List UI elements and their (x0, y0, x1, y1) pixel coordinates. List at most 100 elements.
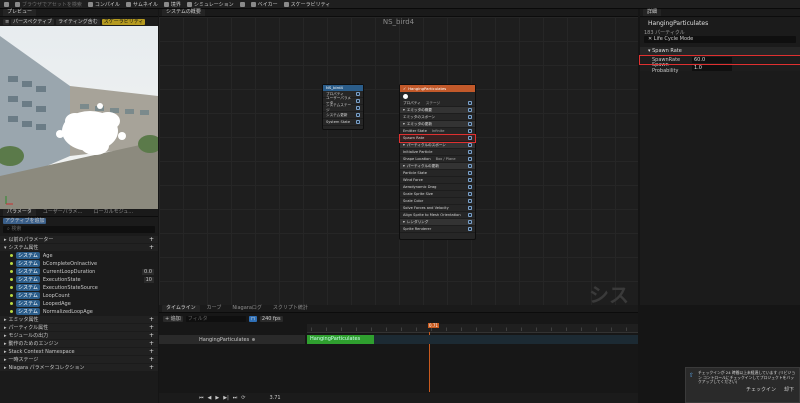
add-icon[interactable]: + (149, 324, 154, 331)
add-icon[interactable]: + (149, 236, 154, 243)
preview-menu-button[interactable]: ≡ (3, 18, 9, 25)
enable-checkbox[interactable] (468, 213, 472, 217)
param-section[interactable]: ▸ 以前のパラメーター + (0, 236, 158, 244)
toolbar-item-5[interactable]: シミュレーション (186, 1, 234, 8)
enable-checkbox[interactable] (468, 101, 472, 105)
emitter-node-row[interactable]: ▾ パーティクルのスポーン (400, 142, 475, 149)
emitter-node-row[interactable]: ▾ レンダリング (400, 219, 475, 226)
perspective-button[interactable]: パースペクティブ (11, 18, 55, 25)
checkin-button[interactable]: チェックイン (743, 386, 778, 393)
add-icon[interactable]: + (149, 356, 154, 363)
enable-checkbox[interactable] (468, 220, 472, 224)
preview-viewport[interactable] (0, 26, 158, 209)
system-node-row[interactable]: System State (323, 119, 363, 126)
timeline-clip[interactable]: HangingParticulates (307, 335, 374, 344)
spawn-rate-section[interactable]: ▾ Spawn Rate (640, 47, 800, 55)
system-attr-row[interactable]: システム LoopedAge (0, 300, 158, 308)
system-attr-row[interactable]: システム NormalizedLoopAge (0, 308, 158, 316)
param-section[interactable]: ▸ Niagara パラメータコレクション + (0, 364, 158, 372)
enable-checkbox[interactable] (468, 150, 472, 154)
toolbar-item-4[interactable]: 境界 (163, 1, 181, 8)
system-attr-row[interactable]: システム ExecutionStateSource (0, 284, 158, 292)
add-icon[interactable]: + (149, 340, 154, 347)
param-tab-1[interactable]: ユーザーパラメ… (39, 209, 87, 216)
enable-checkbox[interactable] (468, 122, 472, 126)
enable-checkbox[interactable] (356, 120, 360, 124)
enable-checkbox[interactable] (468, 227, 472, 231)
timeline-add-button[interactable]: + 追加 (163, 316, 183, 322)
tab-preview[interactable]: プレビュー (3, 9, 37, 16)
system-attr-row[interactable]: システム bCompleteOnInactive (0, 260, 158, 268)
timeline-tab-1[interactable]: カーブ (203, 305, 226, 312)
enable-checkbox[interactable] (468, 129, 472, 133)
enable-checkbox[interactable] (468, 178, 472, 182)
enable-checkbox[interactable] (468, 143, 472, 147)
param-section[interactable]: ▸ パーティクル属性 + (0, 324, 158, 332)
enable-checkbox[interactable] (468, 206, 472, 210)
details-filter-input[interactable]: ✕ Life Cycle Mode (644, 36, 796, 43)
enable-checkbox[interactable] (468, 108, 472, 112)
param-section[interactable]: ▾ システム属性 + (0, 244, 158, 252)
emitter-node-row[interactable]: Aerodynamic Drag (400, 184, 475, 191)
emitter-node-row[interactable]: Align Sprite to Mesh Orientation (400, 212, 475, 219)
enable-checkbox[interactable] (468, 136, 472, 140)
track-settings-icon[interactable] (252, 338, 256, 341)
lighting-button[interactable]: ライティング含む (56, 18, 100, 25)
param-section[interactable]: ▸ 動作のためのエンジン + (0, 340, 158, 348)
emitter-node-row[interactable]: Initialize Particle (400, 149, 475, 156)
next-frame-icon[interactable]: ▶| (223, 395, 229, 401)
fps-select[interactable]: 240 fps (259, 316, 283, 322)
system-node-row[interactable]: システム更新 (323, 112, 363, 119)
parameter-search-input[interactable]: ⌕ 検索 (3, 226, 155, 233)
add-icon[interactable]: + (149, 244, 154, 251)
emitter-node-row[interactable]: Particle State (400, 170, 475, 177)
timeline-filter-input[interactable]: フィルタ (185, 316, 246, 322)
toolbar-item-8[interactable]: スケーラビリティ (283, 1, 330, 8)
add-parameter-button[interactable]: アクティブを追加 (3, 218, 47, 224)
toolbar-item-1[interactable]: ブラウザでアセットを検索 (15, 1, 82, 8)
enable-checkbox[interactable] (468, 115, 472, 119)
toolbar-item-2[interactable]: コンパイル (87, 1, 120, 8)
emitter-node[interactable]: ✓ HangingParticulates プロパティ ステージ ▾ エミッタの概要エ… (399, 84, 476, 240)
emitter-node-row[interactable]: Scale Sprite Size (400, 191, 475, 198)
param-tab-0[interactable]: パラメータ (3, 209, 36, 216)
emitter-node-row[interactable]: ▾ エミッタの更新 (400, 121, 475, 128)
emitter-node-row[interactable]: プロパティ ステージ (400, 100, 475, 107)
enable-checkbox[interactable] (468, 157, 472, 161)
emitter-node-row[interactable]: Solve Forces and Velocity (400, 205, 475, 212)
enable-checkbox[interactable] (468, 199, 472, 203)
prev-frame-icon[interactable]: ◀ (208, 395, 212, 401)
emitter-node-row[interactable]: Spawn Rate (399, 134, 476, 143)
enable-checkbox[interactable] (468, 171, 472, 175)
system-node-row[interactable]: システムステージ (323, 103, 363, 112)
enable-checkbox[interactable] (356, 99, 360, 103)
skip-start-icon[interactable]: ⏮ (199, 395, 204, 401)
toolbar-item-3[interactable]: サムネイル (125, 1, 158, 8)
toolbar-item-7[interactable]: ベイカー (250, 1, 278, 8)
play-icon[interactable]: ▶ (215, 395, 219, 401)
system-attr-row[interactable]: システム LoopCount (0, 292, 158, 300)
system-attr-row[interactable]: システム Age (0, 252, 158, 260)
emitter-enable-icon[interactable]: ✓ (403, 85, 406, 92)
timeline-ruler[interactable]: | | | | | | | | | | | | | | | | | | | | | | (307, 324, 638, 333)
add-icon[interactable]: + (149, 348, 154, 355)
tab-system-overview[interactable]: システムの概要 (162, 9, 205, 16)
loop-icon[interactable]: ⟳ (241, 395, 245, 401)
add-icon[interactable]: + (149, 316, 154, 323)
timeline-tab-3[interactable]: スクリプト統計 (269, 305, 312, 312)
dismiss-button[interactable]: 却下 (781, 386, 796, 393)
timeline-tab-0[interactable]: タイムライン (162, 305, 200, 312)
playhead-time[interactable]: 0.71 (428, 323, 439, 328)
emitter-node-row[interactable]: Emitter State Infinite (400, 128, 475, 135)
system-attr-row[interactable]: システム CurrentLoopDuration 0.0 (0, 268, 158, 276)
system-attr-row[interactable]: システム ExecutionState 10 (0, 276, 158, 284)
add-icon[interactable]: + (149, 332, 154, 339)
system-node[interactable]: NS_bird4 プロパティ ユーザーパラメータ システムステージ システム更新 Sys… (322, 84, 364, 130)
toolbar-item-6[interactable] (239, 1, 245, 7)
enable-checkbox[interactable] (356, 92, 360, 96)
emitter-node-row[interactable]: Shape Location Box / Plane (400, 156, 475, 163)
tab-details[interactable]: 詳細 (643, 9, 662, 16)
param-section[interactable]: ▸ エミッタ属性 + (0, 316, 158, 324)
param-section[interactable]: ▸ Stack Context Namespace + (0, 348, 158, 356)
enable-checkbox[interactable] (468, 192, 472, 196)
